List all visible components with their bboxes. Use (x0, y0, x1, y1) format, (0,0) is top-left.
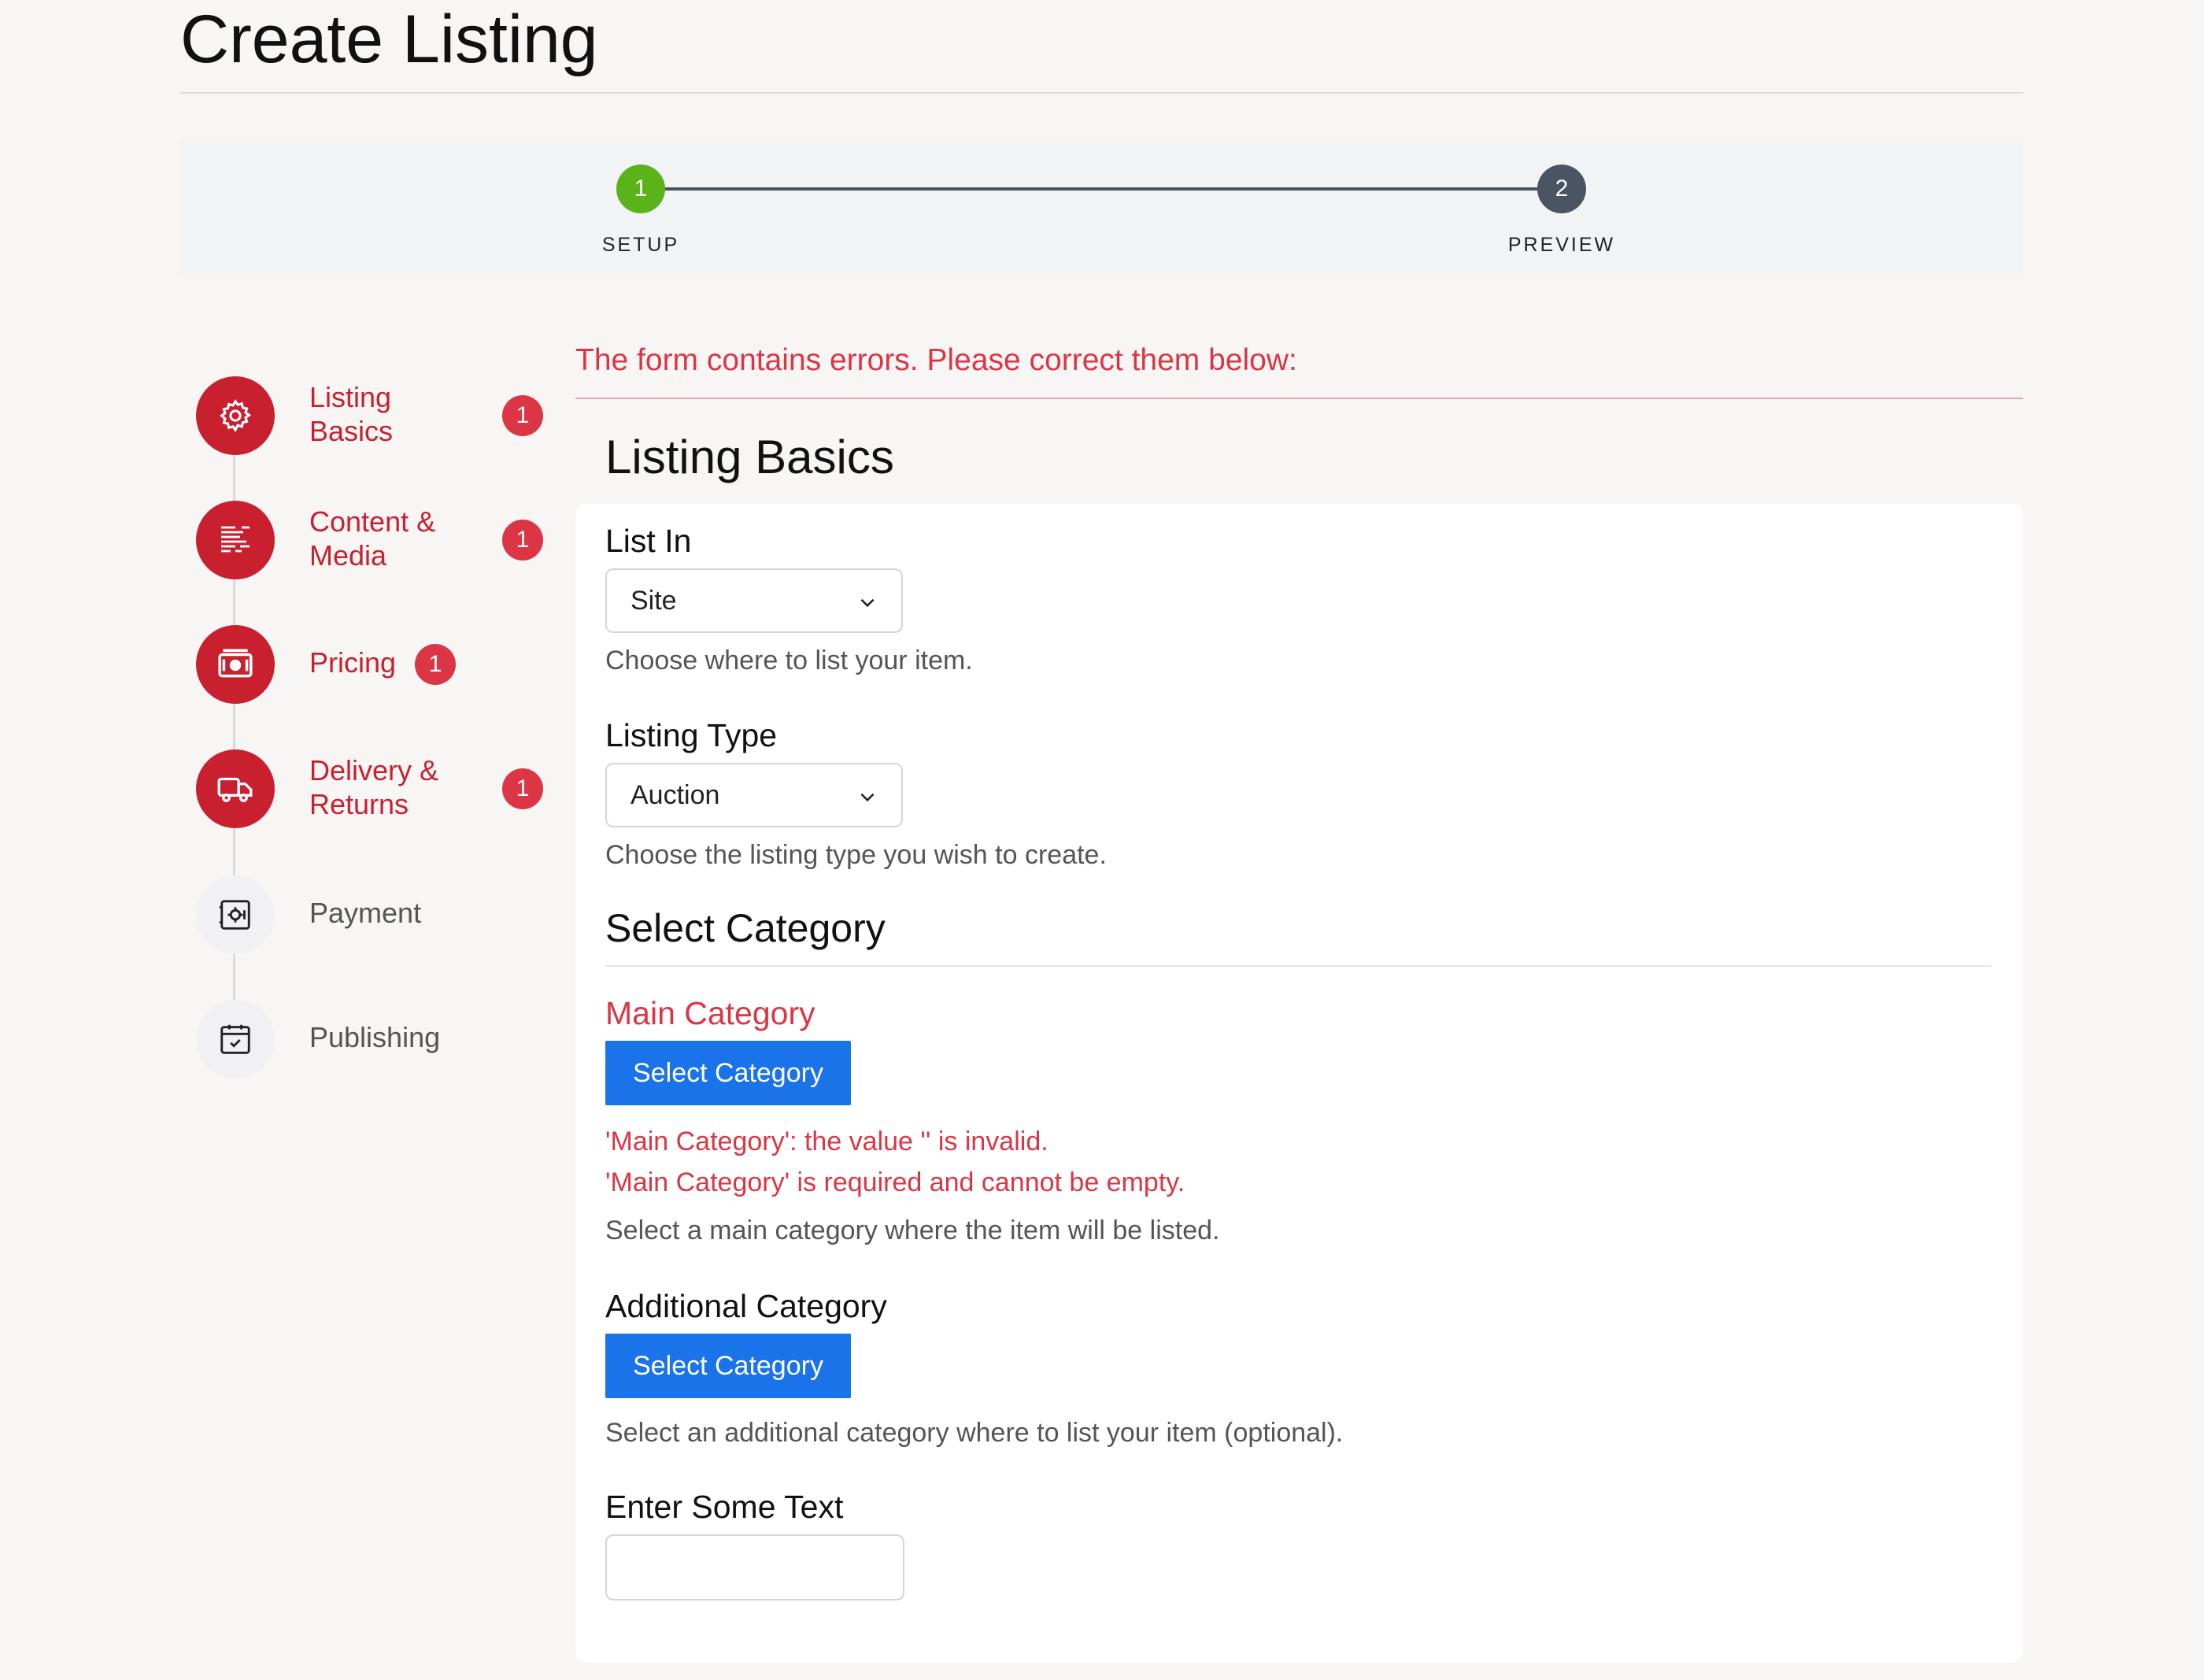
progress-stepper: 1 SETUP 2 PREVIEW (180, 142, 2023, 274)
main-category-error-required: 'Main Category' is required and cannot b… (605, 1167, 1185, 1197)
step-2-circle[interactable]: 2 (1537, 165, 1586, 213)
enter-text-input[interactable] (605, 1534, 904, 1600)
list-in-selected-value: Site (631, 586, 677, 616)
sidebar-item-listing-basics[interactable]: Listing Basics 1 (196, 376, 550, 455)
main-category-error-invalid: 'Main Category': the value '' is invalid… (605, 1127, 1048, 1156)
sidebar-icon-wrap (196, 749, 275, 828)
page-title: Create Listing (180, 2, 598, 77)
money-icon (218, 649, 253, 678)
chevron-down-icon (860, 793, 875, 802)
sidebar-icon-wrap (196, 501, 275, 579)
list-in-label: List In (605, 523, 692, 559)
sidebar-item-label: Delivery & Returns (309, 754, 439, 820)
list-in-help: Choose where to list your item. (605, 646, 973, 675)
sidebar-icon-wrap (196, 875, 275, 954)
error-count-badge: 1 (415, 644, 456, 685)
chevron-down-icon (860, 598, 875, 608)
main-category-label: Main Category (605, 995, 815, 1031)
sidebar-item-delivery-returns[interactable]: Delivery & Returns 1 (196, 749, 550, 828)
form-error-summary: The form contains errors. Please correct… (575, 343, 1297, 377)
listing-type-select[interactable]: Auction (605, 763, 903, 827)
enter-text-label: Enter Some Text (605, 1489, 844, 1525)
section-title: Listing Basics (605, 431, 894, 483)
sidebar-item-content-media[interactable]: Content & Media 1 (196, 501, 550, 579)
main-category-select-button[interactable]: Select Category (605, 1041, 851, 1105)
title-divider (180, 92, 2023, 94)
listing-type-label: Listing Type (605, 717, 778, 753)
sidebar-item-pricing[interactable]: Pricing 1 (196, 625, 550, 704)
step-2-label: PREVIEW (1507, 234, 1616, 256)
subsection-divider (605, 965, 1991, 967)
sidebar-item-label: Payment (309, 897, 422, 929)
sidebar-item-publishing[interactable]: Publishing (196, 1000, 550, 1079)
sidebar-item-label: Pricing (309, 646, 397, 679)
sidebar-item-payment[interactable]: Payment (196, 875, 550, 954)
step-1-circle[interactable]: 1 (616, 165, 665, 213)
sidebar-item-label: Listing Basics (309, 381, 394, 447)
step-1-label: SETUP (601, 234, 680, 256)
sidebar-item-label: Publishing (309, 1021, 441, 1053)
sidebar-icon-wrap (196, 625, 275, 704)
safe-icon (219, 900, 250, 930)
gear-icon (220, 398, 252, 433)
sidebar-icon-wrap (196, 1000, 275, 1079)
main-category-help: Select a main category where the item wi… (605, 1216, 1220, 1245)
listing-type-selected-value: Auction (631, 780, 720, 810)
sidebar-item-label: Content & Media (309, 505, 436, 572)
error-count-badge: 1 (502, 520, 543, 561)
calendar-check-icon (220, 1024, 250, 1054)
stepper-connector-line (641, 187, 1562, 191)
list-in-select[interactable]: Site (605, 568, 903, 633)
additional-category-label: Additional Category (605, 1288, 887, 1324)
error-count-badge: 1 (502, 395, 543, 436)
error-divider (575, 398, 2023, 399)
additional-category-select-button[interactable]: Select Category (605, 1334, 851, 1398)
select-category-title: Select Category (605, 906, 886, 950)
sidebar-icon-wrap (196, 376, 275, 455)
additional-category-help: Select an additional category where to l… (605, 1418, 1344, 1448)
truck-icon (217, 777, 253, 802)
error-count-badge: 1 (502, 768, 543, 809)
listing-type-help: Choose the listing type you wish to crea… (605, 840, 1107, 870)
text-lines-icon (221, 526, 250, 553)
